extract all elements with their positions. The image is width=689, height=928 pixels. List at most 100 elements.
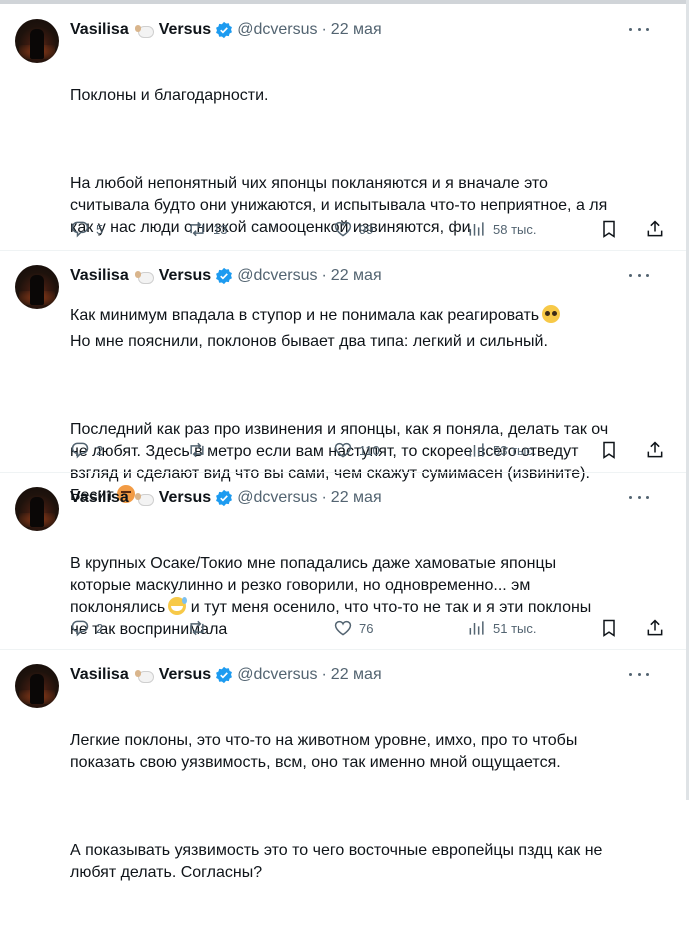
tweet-header: Vasilisa Versus @dcversus · 22 мая xyxy=(70,265,382,287)
window-top-edge xyxy=(0,0,689,4)
tweet-2[interactable]: Vasilisa Versus @dcversus · 22 мая Но мн… xyxy=(0,265,686,504)
tweet-date[interactable]: 22 мая xyxy=(331,489,382,507)
reply-button[interactable]: 2 xyxy=(70,439,103,461)
share-button[interactable] xyxy=(645,617,671,639)
sheep-emoji-icon xyxy=(134,667,155,683)
retweet-icon xyxy=(190,221,204,237)
like-icon xyxy=(334,620,352,636)
share-button[interactable] xyxy=(645,218,671,240)
share-button[interactable] xyxy=(645,439,671,461)
views-button[interactable]: 51 тыс. xyxy=(467,617,536,639)
views-count: 51 тыс. xyxy=(493,620,537,636)
more-icon[interactable] xyxy=(629,490,649,504)
verified-badge-icon xyxy=(216,666,233,684)
tweet-separator xyxy=(0,649,686,650)
tweet-text: Легкие поклоны, это что-то на животном у… xyxy=(70,686,660,928)
views-count: 53 тыс. xyxy=(493,442,537,458)
separator-dot: · xyxy=(321,21,327,38)
verified-badge-icon xyxy=(216,267,233,285)
tweet-4[interactable]: Vasilisa Versus @dcversus · 22 мая Легки… xyxy=(0,664,686,881)
grinning-sweat-emoji xyxy=(168,597,188,615)
reply-icon xyxy=(71,442,89,459)
bookmark-button[interactable] xyxy=(599,218,625,240)
tweet-paragraph: Легкие поклоны, это что-то на животном у… xyxy=(70,732,578,771)
bookmark-button[interactable] xyxy=(599,617,625,639)
like-count: 110 xyxy=(359,442,380,458)
views-count: 58 тыс. xyxy=(493,221,537,237)
tweet-header: Vasilisa Versus @dcversus · 22 мая xyxy=(70,664,382,686)
like-icon xyxy=(334,221,352,237)
separator-dot: · xyxy=(321,489,327,506)
author-handle[interactable]: @dcversus xyxy=(237,489,317,507)
share-icon xyxy=(647,441,663,458)
tweet-actions: 2 76 51 тыс. xyxy=(70,617,663,639)
avatar[interactable] xyxy=(15,265,59,309)
author-name[interactable]: Vasilisa xyxy=(70,666,129,684)
bookmark-icon xyxy=(603,220,615,238)
sheep-emoji-icon xyxy=(134,490,155,506)
tweet-separator xyxy=(0,472,686,473)
share-icon xyxy=(647,220,663,237)
tweet-date[interactable]: 22 мая xyxy=(331,21,382,39)
author-name-suffix[interactable]: Versus xyxy=(159,666,211,684)
tweet-paragraph: Поклоны и благодарности. xyxy=(70,87,269,104)
reply-count: 2 xyxy=(96,442,104,458)
views-button[interactable]: 53 тыс. xyxy=(467,439,536,461)
separator-dot: · xyxy=(321,666,327,683)
avatar[interactable] xyxy=(15,19,59,63)
views-icon xyxy=(469,443,484,457)
like-button[interactable]: 76 xyxy=(333,617,373,639)
author-name[interactable]: Vasilisa xyxy=(70,21,129,39)
like-button[interactable]: 110 xyxy=(333,439,380,461)
tweet-date[interactable]: 22 мая xyxy=(331,267,382,285)
tweet-header: Vasilisa Versus @dcversus · 22 мая xyxy=(70,487,382,509)
views-icon xyxy=(469,621,484,635)
views-button[interactable]: 58 тыс. xyxy=(467,218,536,240)
sheep-emoji-icon xyxy=(134,22,155,38)
like-count: 99 xyxy=(359,221,374,237)
avatar[interactable] xyxy=(15,664,59,708)
reply-count: 2 xyxy=(96,620,104,636)
tweet-1[interactable]: Vasilisa Versus @dcversus · 22 мая Покло… xyxy=(0,19,686,324)
retweet-icon xyxy=(190,442,204,458)
author-handle[interactable]: @dcversus xyxy=(237,267,317,285)
reply-button[interactable]: 2 xyxy=(70,617,103,639)
separator-dot: · xyxy=(321,267,327,284)
author-name[interactable]: Vasilisa xyxy=(70,489,129,507)
tweet-actions: 5 13 99 58 тыс. xyxy=(70,218,663,240)
more-icon[interactable] xyxy=(629,667,649,681)
tweet-text: В крупных Осаке/Токио мне попадались даж… xyxy=(70,509,660,685)
bookmark-button[interactable] xyxy=(599,439,625,461)
sheep-emoji-icon xyxy=(134,268,155,284)
author-handle[interactable]: @dcversus xyxy=(237,21,317,39)
reply-button[interactable]: 5 xyxy=(70,218,103,240)
retweet-button[interactable]: 13 xyxy=(187,218,227,240)
verified-badge-icon xyxy=(216,489,233,507)
tweet-date[interactable]: 22 мая xyxy=(331,666,382,684)
tweet-actions: 2 110 53 тыс. xyxy=(70,439,663,461)
tweet-header: Vasilisa Versus @dcversus · 22 мая xyxy=(70,19,382,41)
views-icon xyxy=(469,222,484,236)
author-name-suffix[interactable]: Versus xyxy=(159,21,211,39)
reply-icon xyxy=(71,221,89,238)
bookmark-icon xyxy=(603,441,615,459)
like-button[interactable]: 99 xyxy=(333,218,373,240)
tweet-paragraph: Но мне пояснили, поклонов бывает два тип… xyxy=(70,333,548,350)
author-name-suffix[interactable]: Versus xyxy=(159,489,211,507)
reply-count: 5 xyxy=(96,221,104,237)
share-icon xyxy=(647,619,663,636)
tweet-3[interactable]: Vasilisa Versus @dcversus · 22 мая В кру… xyxy=(0,487,686,647)
more-icon[interactable] xyxy=(629,268,649,282)
author-name[interactable]: Vasilisa xyxy=(70,267,129,285)
retweet-icon xyxy=(190,620,204,636)
like-icon xyxy=(334,442,352,458)
retweet-button[interactable] xyxy=(187,617,213,639)
avatar[interactable] xyxy=(15,487,59,531)
author-handle[interactable]: @dcversus xyxy=(237,666,317,684)
author-name-suffix[interactable]: Versus xyxy=(159,267,211,285)
reply-icon xyxy=(71,620,89,637)
bookmark-icon xyxy=(603,619,615,637)
tweet-paragraph: А показывать уязвимость это то чего вост… xyxy=(70,842,603,881)
more-icon[interactable] xyxy=(629,22,649,36)
retweet-button[interactable] xyxy=(187,439,213,461)
